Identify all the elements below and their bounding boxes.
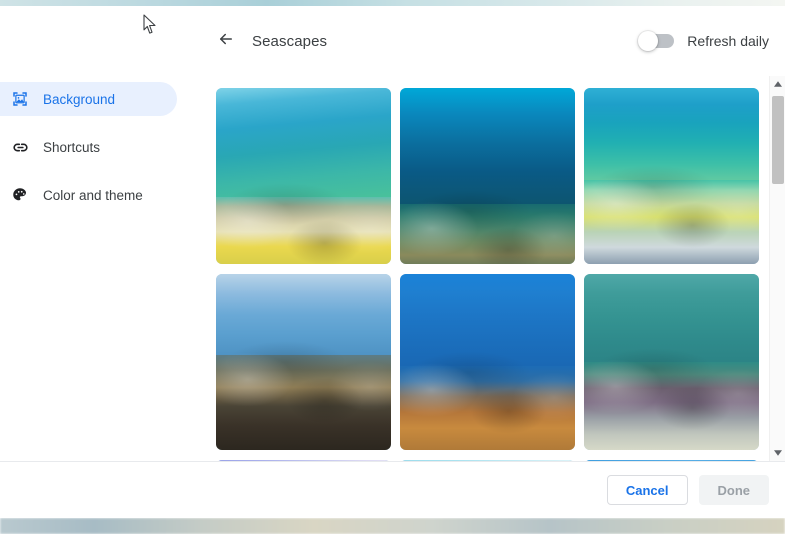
tile-coral-texture [584, 274, 759, 450]
grid-scrollbar[interactable] [769, 76, 785, 461]
content-header: Seascapes Refresh daily [195, 6, 785, 76]
arrow-left-icon [217, 30, 235, 53]
background-image-tile[interactable] [584, 274, 759, 450]
sidebar-item-background[interactable]: Background [0, 82, 177, 116]
palette-icon [10, 185, 30, 205]
toggle-knob [638, 31, 659, 51]
background-image-tile[interactable] [400, 274, 575, 450]
collection-title: Seascapes [252, 32, 328, 50]
background-image-tile[interactable] [400, 88, 575, 264]
dialog-footer: Cancel Done [0, 462, 785, 518]
tile-coral-texture [400, 88, 575, 264]
sidebar-item-label: Shortcuts [43, 139, 101, 155]
back-button[interactable] [213, 28, 239, 54]
background-image-grid [216, 88, 761, 461]
refresh-daily-label: Refresh daily [687, 33, 769, 49]
sidebar-item-label: Background [43, 91, 116, 107]
page-background-bottom-strip [0, 518, 785, 534]
image-icon [10, 89, 30, 109]
tile-coral-texture [216, 274, 391, 450]
refresh-daily-control: Refresh daily [638, 31, 769, 51]
background-image-tile[interactable] [216, 88, 391, 264]
background-image-tile[interactable] [584, 88, 759, 264]
sidebar-item-shortcuts[interactable]: Shortcuts [0, 130, 177, 164]
background-image-tile[interactable] [216, 274, 391, 450]
link-icon [10, 137, 30, 157]
scrollbar-thumb[interactable] [772, 96, 784, 184]
background-image-grid-viewport [195, 76, 785, 461]
tile-coral-texture [216, 88, 391, 264]
scroll-up-arrow-icon[interactable] [770, 76, 785, 92]
tile-coral-texture [584, 88, 759, 264]
sidebar: Background Shortcuts Color and theme [0, 6, 195, 461]
customize-chrome-dialog: Background Shortcuts Color and theme Sea… [0, 6, 785, 518]
sidebar-item-color-and-theme[interactable]: Color and theme [0, 178, 177, 212]
sidebar-item-label: Color and theme [43, 187, 143, 203]
refresh-daily-toggle[interactable] [638, 31, 675, 51]
cancel-button[interactable]: Cancel [606, 475, 688, 505]
scroll-down-arrow-icon[interactable] [770, 445, 785, 461]
done-button[interactable]: Done [698, 475, 769, 505]
tile-coral-texture [400, 274, 575, 450]
